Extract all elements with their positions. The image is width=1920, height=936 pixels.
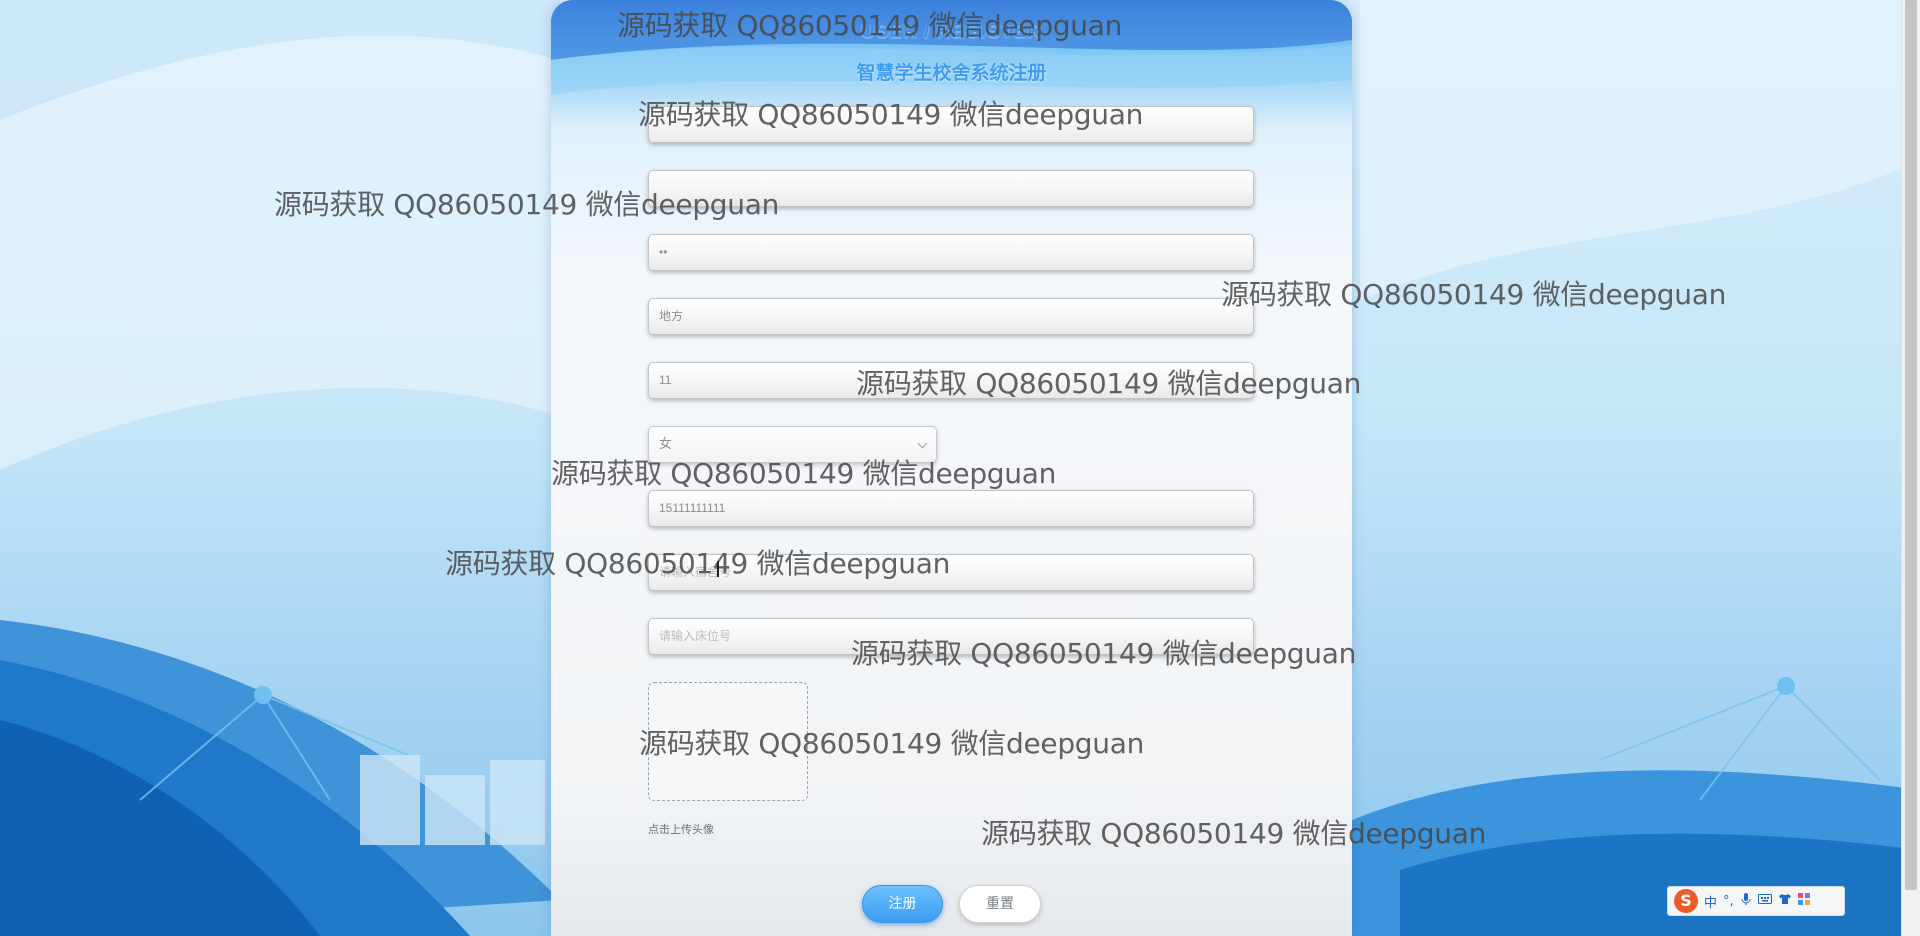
page-title: 智慧学生校舍系统注册 <box>856 62 1047 84</box>
chevron-down-icon <box>917 438 928 449</box>
gender-selected-value: 女 <box>659 437 673 452</box>
watermark-text: 源码获取 QQ86050149 微信deepguan <box>856 367 1362 400</box>
watermark-text: 源码获取 QQ86050149 微信deepguan <box>638 98 1144 131</box>
reset-button[interactable]: 重置 <box>959 885 1041 923</box>
phone-field[interactable]: 15111111111 <box>648 490 1254 527</box>
scrollbar-thumb[interactable] <box>1905 0 1917 890</box>
confirm-password-field[interactable]: •• <box>648 234 1254 271</box>
sogou-logo-icon[interactable]: S <box>1674 889 1698 913</box>
ime-toolbar[interactable]: S 中 °, <box>1667 886 1845 916</box>
register-button[interactable]: 注册 <box>862 885 943 923</box>
microphone-icon[interactable] <box>1740 892 1752 910</box>
keyboard-icon[interactable] <box>1757 893 1772 909</box>
watermark-text: 源码获取 QQ86050149 微信deepguan <box>551 457 1057 490</box>
watermark-text: 源码获取 QQ86050149 微信deepguan <box>445 547 951 580</box>
shirt-icon[interactable] <box>1778 893 1792 909</box>
watermark-text: 源码获取 QQ86050149 微信deepguan <box>274 188 780 221</box>
name-field[interactable]: 地方 <box>648 298 1254 335</box>
watermark-text: 源码获取 QQ86050149 微信deepguan <box>639 727 1145 760</box>
ime-mode-toggle[interactable]: 中 <box>1704 892 1717 911</box>
page-scrollbar[interactable] <box>1901 0 1920 936</box>
text-cursor-icon <box>717 561 719 577</box>
watermark-text: 源码获取 QQ86050149 微信deepguan <box>981 817 1487 850</box>
ime-punctuation-toggle[interactable]: °, <box>1723 894 1734 909</box>
avatar-upload-label: 点击上传头像 <box>648 823 714 836</box>
watermark-text: 源码获取 QQ86050149 微信deepguan <box>1221 278 1727 311</box>
grid-icon[interactable] <box>1797 893 1810 909</box>
watermark-text: 源码获取 QQ86050149 微信deepguan <box>851 637 1357 670</box>
watermark-text: 源码获取 QQ86050149 微信deepguan <box>617 9 1123 42</box>
